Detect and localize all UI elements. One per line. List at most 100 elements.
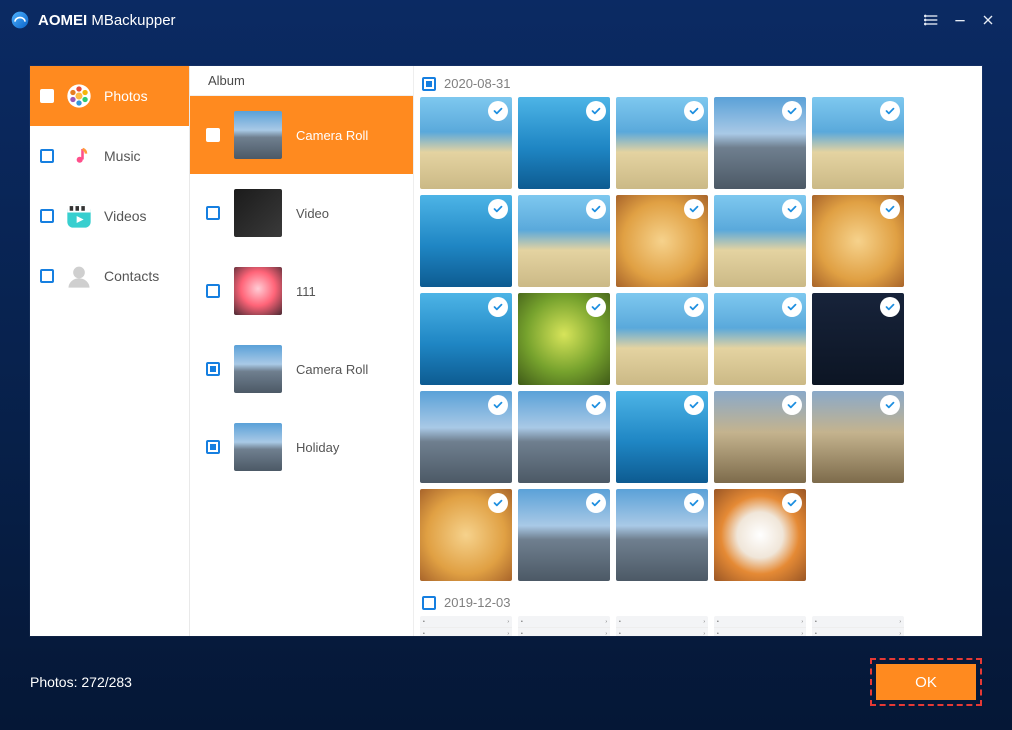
photo-thumb[interactable] xyxy=(420,195,512,287)
photo-thumb[interactable]: •›•›•›•›•›•›•› xyxy=(714,616,806,636)
close-button[interactable] xyxy=(974,6,1002,34)
category-label: Photos xyxy=(104,88,148,104)
album-holiday[interactable]: Holiday xyxy=(190,408,413,486)
photo-thumb[interactable] xyxy=(518,391,610,483)
check-icon xyxy=(880,297,900,317)
category-music[interactable]: Music xyxy=(30,126,189,186)
photo-thumb[interactable] xyxy=(714,293,806,385)
status-text: Photos: 272/283 xyxy=(30,674,132,690)
check-icon xyxy=(684,395,704,415)
main-panel: Photos Music Videos Contacts Album Camera R… xyxy=(30,66,982,636)
photo-thumb[interactable] xyxy=(518,195,610,287)
photo-thumb[interactable] xyxy=(420,293,512,385)
checkbox[interactable] xyxy=(40,209,54,223)
album-camera-roll[interactable]: Camera Roll xyxy=(190,96,413,174)
check-icon xyxy=(782,297,802,317)
album-111[interactable]: 111 xyxy=(190,252,413,330)
photo-thumb[interactable] xyxy=(616,293,708,385)
check-icon xyxy=(782,395,802,415)
checkbox[interactable] xyxy=(206,128,220,142)
check-icon xyxy=(684,101,704,121)
photo-thumb[interactable] xyxy=(616,489,708,581)
album-thumb xyxy=(234,423,282,471)
checkbox[interactable] xyxy=(206,440,220,454)
photo-thumb[interactable] xyxy=(812,293,904,385)
photo-thumb[interactable]: •›•›•›•›•›•›•› xyxy=(616,616,708,636)
check-icon xyxy=(586,493,606,513)
album-label: Camera Roll xyxy=(296,128,368,143)
check-icon xyxy=(586,395,606,415)
checkbox[interactable] xyxy=(40,269,54,283)
photo-thumb[interactable] xyxy=(420,97,512,189)
ok-highlight: OK xyxy=(870,658,982,706)
category-videos[interactable]: Videos xyxy=(30,186,189,246)
photo-thumb[interactable] xyxy=(518,293,610,385)
check-icon xyxy=(880,199,900,219)
check-icon xyxy=(586,199,606,219)
checkbox[interactable] xyxy=(40,89,54,103)
check-icon xyxy=(684,199,704,219)
album-header: Album xyxy=(190,66,413,96)
album-camera-roll2[interactable]: Camera Roll xyxy=(190,330,413,408)
album-thumb xyxy=(234,345,282,393)
check-icon xyxy=(488,101,508,121)
photo-grid-scroll[interactable]: 2020-08-312019-12-03•›•›•›•›•›•›•›•›•›•›… xyxy=(414,66,982,636)
album-video[interactable]: Video xyxy=(190,174,413,252)
photo-thumb[interactable]: •›•›•›•›•›•›•› xyxy=(420,616,512,636)
checkbox[interactable] xyxy=(206,362,220,376)
photo-thumb[interactable] xyxy=(812,391,904,483)
date-group-header[interactable]: 2019-12-03 xyxy=(420,591,976,614)
photos-icon xyxy=(64,81,94,111)
date-group-header[interactable]: 2020-08-31 xyxy=(420,72,976,95)
check-icon xyxy=(782,199,802,219)
photo-thumb[interactable]: •›•›•›•›•›•›•› xyxy=(518,616,610,636)
checkbox[interactable] xyxy=(422,596,436,610)
category-photos[interactable]: Photos xyxy=(30,66,189,126)
category-label: Contacts xyxy=(104,268,159,284)
checkbox[interactable] xyxy=(422,77,436,91)
photo-thumb[interactable] xyxy=(812,195,904,287)
minimize-button[interactable] xyxy=(946,6,974,34)
photo-thumb[interactable] xyxy=(518,489,610,581)
check-icon xyxy=(488,297,508,317)
photo-thumb[interactable] xyxy=(420,391,512,483)
check-icon xyxy=(880,101,900,121)
check-icon xyxy=(684,493,704,513)
photo-thumb[interactable] xyxy=(616,97,708,189)
photo-grid xyxy=(420,97,976,581)
check-icon xyxy=(684,297,704,317)
photo-thumb[interactable]: •›•›•›•›•›•›•› xyxy=(812,616,904,636)
menu-list-icon[interactable] xyxy=(918,6,946,34)
album-list: Album Camera RollVideo111Camera RollHoli… xyxy=(190,66,414,636)
category-contacts[interactable]: Contacts xyxy=(30,246,189,306)
category-sidebar: Photos Music Videos Contacts xyxy=(30,66,190,636)
photo-thumb[interactable] xyxy=(420,489,512,581)
photo-thumb[interactable] xyxy=(714,489,806,581)
date-label: 2020-08-31 xyxy=(444,76,511,91)
music-icon xyxy=(64,141,94,171)
contacts-icon xyxy=(64,261,94,291)
photo-thumb[interactable] xyxy=(616,195,708,287)
photo-grid: •›•›•›•›•›•›•› •›•›•›•›•›•›•› •›•›•›•›•›•›… xyxy=(420,616,976,636)
album-label: 111 xyxy=(296,284,316,299)
check-icon xyxy=(586,101,606,121)
photo-thumb[interactable] xyxy=(714,97,806,189)
album-thumb xyxy=(234,111,282,159)
checkbox[interactable] xyxy=(206,206,220,220)
checkbox[interactable] xyxy=(40,149,54,163)
album-thumb xyxy=(234,267,282,315)
photo-thumb[interactable] xyxy=(812,97,904,189)
photo-thumb[interactable] xyxy=(616,391,708,483)
category-label: Videos xyxy=(104,208,147,224)
photo-thumb[interactable] xyxy=(518,97,610,189)
album-label: Video xyxy=(296,206,329,221)
check-icon xyxy=(488,199,508,219)
ok-button[interactable]: OK xyxy=(876,664,976,700)
checkbox[interactable] xyxy=(206,284,220,298)
app-logo-icon xyxy=(10,10,30,30)
photo-thumb[interactable] xyxy=(714,391,806,483)
date-label: 2019-12-03 xyxy=(444,595,511,610)
photo-thumb[interactable] xyxy=(714,195,806,287)
album-thumb xyxy=(234,189,282,237)
app-title: AOMEI MBackupper xyxy=(38,12,176,29)
